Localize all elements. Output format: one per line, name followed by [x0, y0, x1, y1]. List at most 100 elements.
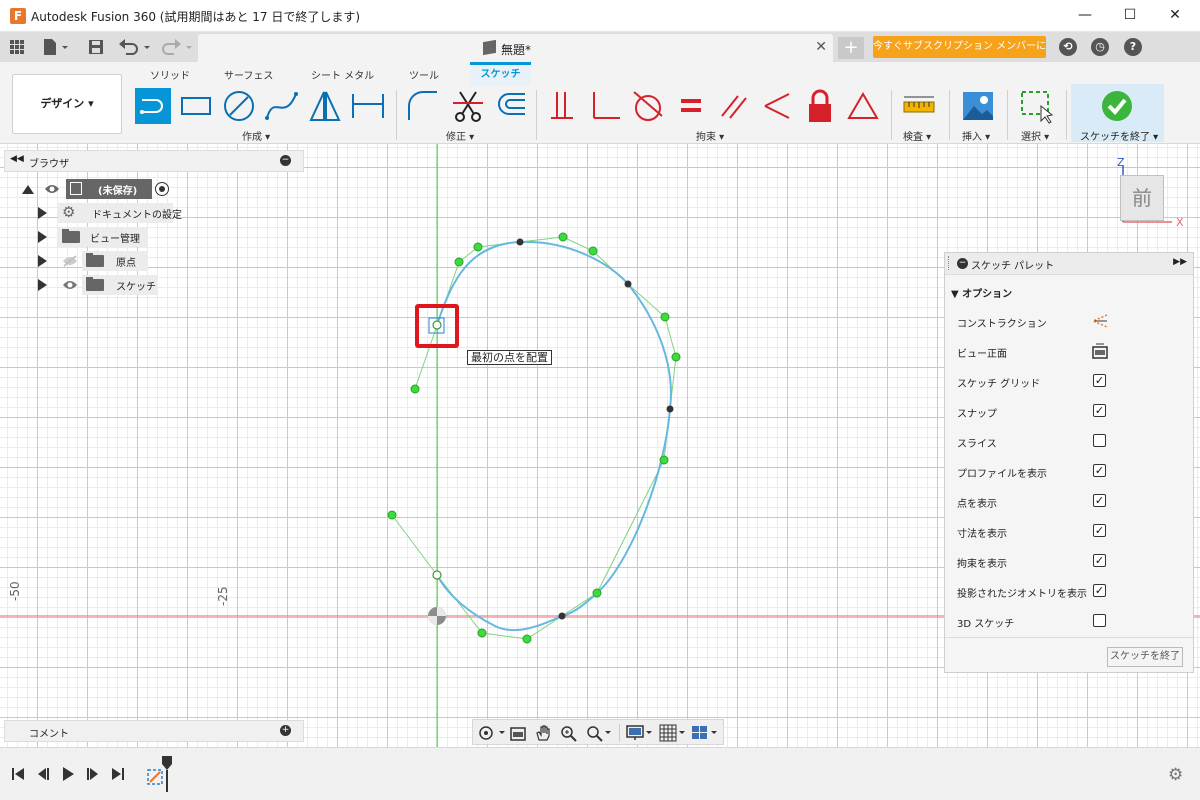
expand-icon[interactable] — [38, 231, 47, 243]
ribbon-separator — [891, 90, 892, 140]
modify-group-label[interactable]: 修正 ▾ — [446, 128, 474, 143]
maximize-button[interactable]: ☐ — [1107, 0, 1153, 32]
expand-icon[interactable] — [38, 207, 47, 219]
spline-tool-icon[interactable] — [264, 88, 300, 124]
browser-root-row[interactable]: (未保存) — [20, 179, 180, 199]
look-at-icon[interactable] — [1091, 343, 1109, 359]
play-icon[interactable] — [60, 766, 76, 782]
tab-solid[interactable]: ソリッド — [150, 67, 190, 82]
grid-settings-icon[interactable] — [659, 724, 687, 742]
orbit-icon[interactable] — [477, 724, 507, 742]
checkmark-icon — [1102, 91, 1132, 121]
extensions-icon[interactable]: ⟲ — [1059, 38, 1077, 56]
inspect-group-label[interactable]: 検査 ▾ — [903, 128, 931, 143]
step-back-icon[interactable] — [35, 766, 51, 782]
pan-hand-icon[interactable] — [534, 724, 552, 742]
title-bar: F Autodesk Fusion 360 (試用期間はあと 17 日で終了しま… — [0, 0, 1200, 32]
save-icon[interactable] — [88, 38, 104, 56]
measure-ruler-icon[interactable] — [901, 88, 937, 124]
go-to-start-icon[interactable] — [10, 766, 26, 782]
sketch-grid-checkbox[interactable]: ✓ — [1093, 374, 1106, 387]
select-group-label[interactable]: 選択 ▾ — [1021, 128, 1049, 143]
close-tab-button[interactable]: ✕ — [815, 39, 827, 55]
activate-radio-icon[interactable] — [155, 182, 169, 196]
options-section-header[interactable]: ▼ オプション — [951, 285, 1012, 300]
workspace-switcher-button[interactable]: デザイン ▾ — [12, 74, 122, 134]
minimize-button[interactable]: — — [1062, 0, 1108, 32]
subscribe-button[interactable]: 今すぐサブスクリプション メンバーに... — [873, 36, 1046, 58]
tab-sketch[interactable]: スケッチ — [470, 62, 531, 86]
new-tab-button[interactable]: + — [838, 37, 864, 59]
show-points-checkbox[interactable]: ✓ — [1093, 494, 1106, 507]
tangent-constraint-icon[interactable] — [630, 88, 666, 124]
offset-tool-icon[interactable] — [493, 88, 529, 124]
document-tab[interactable]: 無題* ✕ — [198, 34, 833, 62]
viewports-icon[interactable] — [691, 724, 719, 742]
finish-sketch-ribbon-button[interactable]: スケッチを終了 ▾ — [1071, 84, 1164, 143]
expand-icon[interactable] — [38, 255, 47, 267]
finish-sketch-button[interactable]: スケッチを終了 — [1107, 647, 1183, 667]
slice-checkbox[interactable] — [1093, 434, 1106, 447]
option-label: コンストラクション — [957, 319, 1047, 330]
close-window-button[interactable]: ✕ — [1152, 0, 1198, 32]
fit-zoom-icon[interactable] — [585, 724, 613, 742]
tab-surface[interactable]: サーフェス — [224, 67, 273, 82]
coincident-constraint-icon[interactable] — [545, 88, 581, 124]
undo-icon[interactable] — [118, 38, 154, 56]
insert-image-icon[interactable] — [960, 88, 996, 124]
apps-grid-icon[interactable] — [9, 38, 25, 56]
3d-sketch-checkbox[interactable] — [1093, 614, 1106, 627]
snap-checkbox[interactable]: ✓ — [1093, 404, 1106, 417]
expand-icon[interactable] — [38, 279, 47, 291]
insert-group-label[interactable]: 挿入 ▾ — [962, 128, 990, 143]
equal-constraint-icon[interactable] — [673, 88, 709, 124]
eye-hidden-icon[interactable] — [62, 255, 78, 267]
mirror-tool-icon[interactable] — [307, 88, 343, 124]
collapse-palette-icon[interactable]: − — [957, 258, 968, 269]
go-to-end-icon[interactable] — [110, 766, 126, 782]
viewcube-front-face[interactable]: 前 — [1120, 175, 1164, 221]
tab-sheet-metal[interactable]: シート メタル — [311, 67, 374, 82]
show-projected-geometry-checkbox[interactable]: ✓ — [1093, 584, 1106, 597]
job-status-icon[interactable]: ◷ — [1091, 38, 1109, 56]
show-dimensions-checkbox[interactable]: ✓ — [1093, 524, 1106, 537]
file-icon[interactable] — [42, 38, 70, 56]
timeline-sketch-feature-icon[interactable] — [145, 756, 175, 792]
perpendicular-constraint-icon[interactable] — [588, 88, 624, 124]
create-group-label[interactable]: 作成 ▾ — [242, 128, 270, 143]
option-label: スナップ — [957, 409, 997, 420]
trim-scissors-icon[interactable] — [450, 88, 486, 124]
eye-icon[interactable] — [62, 279, 78, 291]
dimension-tool-icon[interactable] — [350, 88, 386, 124]
redo-icon[interactable] — [160, 38, 196, 56]
minimize-panel-icon[interactable]: − — [280, 155, 291, 166]
expand-root-icon[interactable] — [22, 185, 34, 194]
select-window-icon[interactable] — [1019, 88, 1055, 124]
help-icon[interactable]: ? — [1124, 38, 1142, 56]
zoom-icon[interactable] — [559, 724, 579, 742]
options-section-label: オプション — [962, 289, 1013, 300]
browser-item-label: スケッチ — [116, 282, 156, 293]
construction-icon[interactable] — [1091, 313, 1109, 329]
fix-lock-icon[interactable] — [802, 88, 838, 124]
line-tool-icon[interactable] — [135, 88, 171, 124]
add-comment-icon[interactable]: + — [280, 725, 291, 736]
parallel-constraint-icon[interactable] — [716, 88, 752, 124]
step-forward-icon[interactable] — [85, 766, 101, 782]
collapse-panel-icon[interactable]: ◀◀ — [10, 154, 24, 164]
tab-tools[interactable]: ツール — [409, 67, 439, 82]
eye-icon[interactable] — [44, 183, 60, 195]
ruler-label: -50 — [8, 581, 22, 601]
expand-palette-icon[interactable]: ▶▶ — [1173, 257, 1187, 267]
rectangle-tool-icon[interactable] — [178, 88, 214, 124]
circle-tool-icon[interactable] — [221, 88, 257, 124]
timeline-settings-gear-icon[interactable]: ⚙ — [1168, 765, 1183, 785]
triangle-constraint-icon[interactable] — [845, 88, 881, 124]
show-constraints-checkbox[interactable]: ✓ — [1093, 554, 1106, 567]
fillet-tool-icon[interactable] — [405, 88, 441, 124]
symmetry-constraint-icon[interactable] — [759, 88, 795, 124]
constraints-group-label[interactable]: 拘束 ▾ — [696, 128, 724, 143]
display-settings-icon[interactable] — [626, 724, 654, 742]
look-at-icon[interactable] — [509, 724, 527, 742]
show-profile-checkbox[interactable]: ✓ — [1093, 464, 1106, 477]
